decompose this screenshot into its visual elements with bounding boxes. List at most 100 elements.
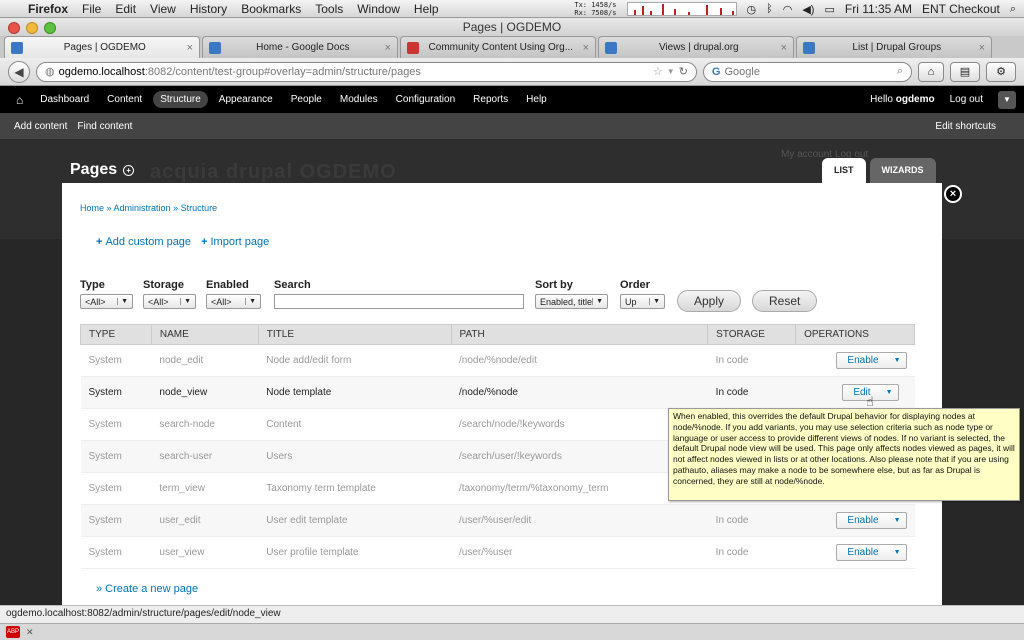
menu-window[interactable]: Window: [357, 2, 400, 16]
close-icon[interactable]: ×: [583, 42, 589, 54]
tab-list[interactable]: LIST: [822, 158, 866, 183]
bluetooth-icon[interactable]: ᛒ: [766, 3, 773, 15]
toolbar-configuration[interactable]: Configuration: [389, 91, 462, 108]
tab-wizards[interactable]: WIZARDS: [869, 158, 936, 183]
toolbar-appearance[interactable]: Appearance: [212, 91, 280, 108]
enable-button[interactable]: Enable ▼: [836, 352, 907, 369]
reload-icon[interactable]: ↻: [679, 65, 688, 78]
home-icon[interactable]: ⌂: [918, 61, 944, 82]
cell-name: search-node: [151, 408, 259, 441]
menu-tools[interactable]: Tools: [315, 2, 343, 16]
zoom-window-icon[interactable]: [44, 22, 56, 34]
breadcrumb-structure[interactable]: Structure: [181, 203, 218, 213]
cell-path: /node/%node/edit: [451, 344, 708, 377]
close-icon[interactable]: ×: [979, 42, 985, 54]
clock[interactable]: Fri 11:35 AM: [845, 2, 912, 16]
bookmark-star-icon[interactable]: ☆: [653, 65, 663, 78]
shortcut-add-content[interactable]: Add content: [14, 121, 67, 132]
timemachine-icon[interactable]: ◷: [747, 3, 757, 16]
overlay-tabs: LIST WIZARDS: [822, 158, 936, 183]
user-menu[interactable]: ENT Checkout: [922, 2, 1000, 16]
reset-button[interactable]: Reset: [752, 290, 818, 312]
menu-bookmarks[interactable]: Bookmarks: [241, 2, 301, 16]
menu-edit[interactable]: Edit: [115, 2, 136, 16]
table-row: System node_edit Node add/edit form /nod…: [80, 344, 915, 377]
add-custom-page-link[interactable]: + Add custom page: [96, 236, 191, 248]
add-shortcut-icon[interactable]: +: [123, 164, 135, 176]
wifi-icon[interactable]: ◠: [783, 3, 793, 16]
volume-icon[interactable]: ◀): [802, 3, 814, 16]
menu-history[interactable]: History: [190, 2, 227, 16]
hello-prefix: Hello: [870, 94, 896, 105]
search-icon[interactable]: ⌕: [897, 65, 903, 78]
chevron-down-icon[interactable]: ▼: [889, 549, 906, 556]
chevron-down-icon[interactable]: ▼: [881, 389, 898, 396]
search-text-field[interactable]: [274, 294, 524, 309]
sort-by-select[interactable]: Enabled, title ▼: [535, 294, 608, 309]
enable-button[interactable]: Enable ▼: [836, 544, 907, 561]
tab-community-content[interactable]: Community Content Using Org... ×: [400, 36, 596, 58]
menu-help[interactable]: Help: [414, 2, 439, 16]
toolbar-logout[interactable]: Log out: [943, 91, 990, 108]
toolbar-modules[interactable]: Modules: [333, 91, 385, 108]
import-page-link[interactable]: + Import page: [201, 236, 269, 248]
edit-shortcuts-link[interactable]: Edit shortcuts: [935, 121, 996, 132]
storage-select[interactable]: <All> ▼: [143, 294, 196, 309]
mac-menubar: Firefox File Edit View History Bookmarks…: [0, 0, 1024, 18]
cell-name: user_view: [151, 536, 259, 569]
cell-type: System: [80, 536, 152, 569]
site-identity-icon[interactable]: ◍: [45, 65, 55, 78]
search-input[interactable]: [724, 65, 893, 78]
dropdown-arrow-icon[interactable]: ▼: [667, 67, 675, 76]
back-arrow-icon[interactable]: ◀: [8, 60, 30, 83]
close-icon[interactable]: ✕: [26, 627, 34, 638]
bookmarks-icon[interactable]: ▤: [950, 61, 980, 82]
home-icon[interactable]: ⌂: [10, 93, 29, 107]
battery-icon[interactable]: ▭: [824, 3, 834, 16]
toolbar-structure[interactable]: Structure: [153, 91, 208, 108]
chevron-down-icon[interactable]: ▼: [889, 517, 906, 524]
shortcut-find-content[interactable]: Find content: [77, 121, 132, 132]
tab-google-docs[interactable]: Home - Google Docs ×: [202, 36, 398, 58]
toolbar-people[interactable]: People: [284, 91, 329, 108]
filter-storage: Storage <All> ▼: [143, 279, 206, 309]
app-name[interactable]: Firefox: [28, 2, 68, 16]
tools-icon[interactable]: ⚙: [986, 61, 1016, 82]
tab-views-drupal[interactable]: Views | drupal.org ×: [598, 36, 794, 58]
search-bar[interactable]: G ⌕: [702, 61, 912, 82]
tab-pages[interactable]: Pages | OGDEMO ×: [4, 36, 200, 58]
toolbar-reports[interactable]: Reports: [466, 91, 515, 108]
order-select[interactable]: Up ▼: [620, 294, 665, 309]
close-icon[interactable]: ×: [781, 42, 787, 54]
chevron-down-icon[interactable]: ▼: [889, 357, 906, 364]
breadcrumb-administration[interactable]: Administration: [114, 203, 171, 213]
type-select[interactable]: <All> ▼: [80, 294, 133, 309]
window-controls: [8, 22, 56, 34]
chevron-down-icon: ▼: [245, 298, 256, 305]
adblock-icon[interactable]: ABP: [6, 626, 20, 638]
close-icon[interactable]: ×: [385, 42, 391, 54]
enabled-select[interactable]: <All> ▼: [206, 294, 261, 309]
create-new-page-link[interactable]: » Create a new page: [96, 583, 198, 595]
toolbar-dashboard[interactable]: Dashboard: [33, 91, 96, 108]
toggle-shortcuts-icon[interactable]: ▼: [998, 90, 1016, 109]
url-bar[interactable]: ◍ ogdemo.localhost:8082/content/test-gro…: [36, 61, 697, 82]
apply-button[interactable]: Apply: [677, 290, 742, 312]
close-window-icon[interactable]: [8, 22, 20, 34]
google-icon[interactable]: G: [712, 66, 721, 78]
close-icon[interactable]: ×: [944, 185, 962, 203]
enable-button[interactable]: Enable ▼: [836, 512, 907, 529]
filter-enabled-label: Enabled: [206, 279, 249, 291]
cell-name: node_view: [151, 376, 259, 409]
toolbar-content[interactable]: Content: [100, 91, 149, 108]
breadcrumb-home[interactable]: Home: [80, 203, 104, 213]
menu-file[interactable]: File: [82, 2, 101, 16]
username[interactable]: ogdemo: [896, 94, 935, 105]
spotlight-icon[interactable]: ⌕: [1010, 3, 1016, 16]
toolbar-help[interactable]: Help: [519, 91, 554, 108]
close-icon[interactable]: ×: [187, 42, 193, 54]
menu-view[interactable]: View: [150, 2, 176, 16]
tab-drupal-groups[interactable]: List | Drupal Groups ×: [796, 36, 992, 58]
minimize-window-icon[interactable]: [26, 22, 38, 34]
pointer-cursor-icon: ☝: [866, 394, 874, 409]
